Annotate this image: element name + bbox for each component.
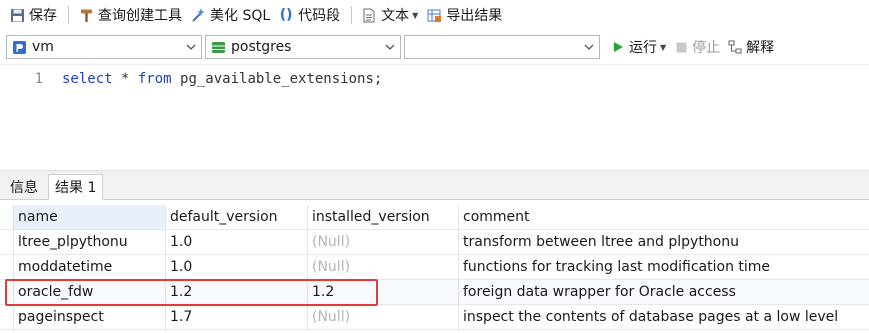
cell-name[interactable]: oracle_fdw — [14, 280, 166, 305]
chevron-down-icon — [385, 44, 395, 50]
sql-code-line[interactable]: select * from pg_available_extensions; — [62, 71, 382, 87]
magic-wand-icon — [190, 7, 206, 23]
column-header-installed-version[interactable]: installed_version — [308, 205, 459, 230]
cell-name[interactable]: ltree_plpythonu — [14, 230, 166, 255]
cell-default-version[interactable]: 1.0 — [166, 230, 308, 255]
database-select-value: postgres — [231, 39, 292, 55]
table-row[interactable]: pageinspect 1.7 (Null) inspect the conte… — [14, 305, 869, 330]
tab-info[interactable]: 信息 — [4, 175, 44, 199]
run-controls: 运行 ▼ 停止 解释 — [611, 37, 782, 57]
cell-comment[interactable]: foreign data wrapper for Oracle access — [459, 280, 869, 305]
hammer-icon — [78, 7, 94, 23]
cell-installed-version[interactable]: (Null) — [308, 305, 459, 330]
run-label: 运行 — [629, 40, 657, 56]
grid-header-row: name default_version installed_version c… — [14, 205, 869, 230]
code-snippet-label: 代码段 — [298, 8, 341, 24]
explain-button[interactable]: 解释 — [728, 37, 774, 57]
line-gutter: 1 — [0, 65, 50, 171]
explain-plan-icon — [728, 40, 742, 54]
database-icon — [210, 39, 226, 55]
row-header[interactable] — [0, 230, 14, 255]
cell-default-version[interactable]: 1.0 — [166, 255, 308, 280]
cell-name[interactable]: pageinspect — [14, 305, 166, 330]
cell-comment[interactable]: transform between ltree and plpythonu — [459, 230, 869, 255]
chevron-down-icon: ▼ — [412, 10, 419, 20]
toolbar-divider — [68, 6, 69, 24]
table-row[interactable]: oracle_fdw 1.2 1.2 foreign data wrapper … — [14, 280, 869, 305]
chevron-down-icon — [584, 44, 594, 50]
query-builder-button[interactable]: 查询创建工具 — [75, 4, 185, 26]
sql-code-fragment: pg_available_extensions; — [171, 71, 383, 87]
export-results-button[interactable]: 导出结果 — [423, 4, 505, 26]
schema-select[interactable] — [404, 35, 600, 59]
sql-editor[interactable]: 1 select * from pg_available_extensions; — [0, 64, 869, 171]
server-select-value: vm — [32, 39, 54, 55]
column-header-default-version[interactable]: default_version — [166, 205, 308, 230]
cell-installed-version[interactable]: (Null) — [308, 255, 459, 280]
row-header-corner — [0, 205, 14, 230]
tab-result-1[interactable]: 结果 1 — [48, 174, 104, 200]
save-button[interactable]: 保存 — [6, 4, 60, 26]
connection-toolbar: vm postgres 运行 ▼ 停止 解释 — [0, 30, 869, 64]
cell-comment[interactable]: functions for tracking last modification… — [459, 255, 869, 280]
line-number: 1 — [34, 71, 43, 87]
query-builder-label: 查询创建工具 — [98, 8, 182, 24]
text-mode-label: 文本 — [381, 8, 410, 24]
cell-default-version[interactable]: 1.2 — [166, 280, 308, 305]
chevron-down-icon[interactable]: ▼ — [660, 43, 666, 52]
beautify-sql-button[interactable]: 美化 SQL — [187, 4, 273, 26]
row-header[interactable] — [0, 255, 14, 280]
save-label: 保存 — [29, 8, 57, 24]
explain-label: 解释 — [746, 40, 775, 56]
chevron-down-icon — [186, 44, 196, 50]
toolbar-divider — [351, 6, 353, 24]
text-mode-button[interactable]: 文本 ▼ — [358, 4, 421, 26]
floppy-disk-icon — [9, 7, 25, 23]
column-header-comment[interactable]: comment — [459, 205, 869, 230]
play-icon — [611, 40, 625, 54]
server-select[interactable]: vm — [6, 35, 202, 59]
cell-installed-version[interactable]: 1.2 — [308, 280, 459, 305]
stop-button[interactable]: 停止 — [674, 37, 720, 57]
stop-icon — [674, 40, 688, 54]
run-button[interactable]: 运行 ▼ — [611, 37, 666, 57]
row-header[interactable] — [0, 280, 14, 305]
row-header[interactable] — [0, 305, 14, 330]
stop-label: 停止 — [692, 40, 721, 56]
cell-name[interactable]: moddatetime — [14, 255, 166, 280]
database-select[interactable]: postgres — [205, 35, 401, 59]
code-snippet-button[interactable]: () 代码段 — [275, 4, 343, 26]
main-toolbar: 保存 查询创建工具 美化 SQL () 代码段 文本 ▼ 导出结果 — [0, 0, 869, 30]
cell-default-version[interactable]: 1.7 — [166, 305, 308, 330]
sql-code-fragment: * — [112, 71, 138, 87]
cell-installed-version[interactable]: (Null) — [308, 230, 459, 255]
server-connection-icon — [11, 39, 27, 55]
sql-keyword-select: select — [62, 71, 113, 87]
export-grid-icon — [426, 7, 442, 23]
sql-keyword-from: from — [137, 71, 172, 87]
table-row[interactable]: ltree_plpythonu 1.0 (Null) transform bet… — [14, 230, 869, 255]
document-icon — [361, 7, 377, 23]
column-header-name[interactable]: name — [14, 205, 166, 230]
cell-comment[interactable]: inspect the contents of database pages a… — [459, 305, 869, 330]
beautify-sql-label: 美化 SQL — [210, 8, 271, 24]
export-results-label: 导出结果 — [446, 8, 503, 24]
result-tabs: 信息 结果 1 — [0, 174, 869, 200]
table-row[interactable]: moddatetime 1.0 (Null) functions for tra… — [14, 255, 869, 280]
braces-icon: () — [279, 7, 293, 23]
